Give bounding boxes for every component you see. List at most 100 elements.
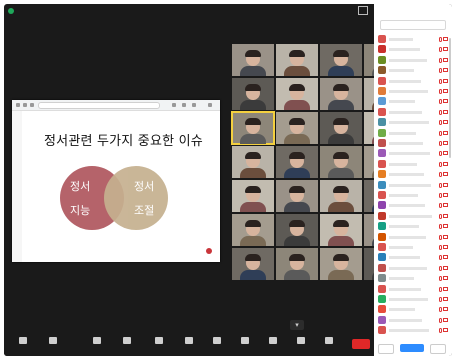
muted-microphone-icon[interactable]: [439, 78, 442, 84]
muted-microphone-icon[interactable]: [439, 213, 442, 219]
video-off-icon[interactable]: [443, 172, 448, 177]
participant-row[interactable]: [378, 211, 448, 221]
video-off-icon[interactable]: [443, 57, 448, 62]
participant-video-tile[interactable]: [276, 112, 318, 144]
reactions-button[interactable]: [230, 337, 260, 344]
video-off-icon[interactable]: [443, 141, 448, 145]
participant-row[interactable]: [378, 96, 448, 106]
muted-microphone-icon[interactable]: [439, 307, 442, 313]
muted-microphone-icon[interactable]: [439, 224, 442, 230]
back-arrow-icon[interactable]: [16, 103, 20, 107]
muted-microphone-icon[interactable]: [439, 265, 442, 271]
participant-video-tile[interactable]: [320, 78, 362, 110]
video-off-icon[interactable]: [443, 245, 448, 249]
participant-row[interactable]: [378, 263, 448, 273]
participant-row[interactable]: [378, 304, 448, 314]
muted-microphone-icon[interactable]: [439, 99, 442, 105]
participant-video-tile[interactable]: [232, 78, 274, 110]
muted-microphone-icon[interactable]: [439, 151, 442, 157]
video-off-icon[interactable]: [443, 130, 448, 135]
muted-microphone-icon[interactable]: [439, 297, 442, 302]
panel-scrollbar[interactable]: [449, 38, 451, 158]
end-meeting-button[interactable]: [352, 339, 370, 349]
participant-row[interactable]: [378, 138, 448, 148]
video-off-icon[interactable]: [443, 120, 448, 125]
participant-row[interactable]: [378, 325, 448, 335]
video-off-icon[interactable]: [443, 109, 448, 114]
participant-row[interactable]: [378, 159, 448, 169]
participant-video-tile[interactable]: [276, 78, 318, 110]
muted-microphone-icon[interactable]: [439, 328, 442, 334]
security-shield-button[interactable]: [82, 337, 112, 344]
video-off-icon[interactable]: [443, 276, 448, 281]
participant-row[interactable]: [378, 148, 448, 158]
participant-row[interactable]: [378, 200, 448, 210]
video-off-icon[interactable]: [443, 224, 448, 229]
participant-video-tile[interactable]: [276, 44, 318, 76]
video-off-icon[interactable]: [443, 203, 448, 208]
video-off-icon[interactable]: [443, 297, 448, 301]
video-off-icon[interactable]: [443, 307, 448, 312]
participant-video-tile[interactable]: [320, 214, 362, 246]
muted-microphone-icon[interactable]: [439, 234, 442, 240]
participant-row[interactable]: [378, 190, 448, 200]
video-off-icon[interactable]: [443, 286, 448, 291]
participant-row[interactable]: [378, 128, 448, 138]
video-off-icon[interactable]: [443, 255, 448, 260]
chat-button[interactable]: [144, 337, 174, 344]
participant-video-tile[interactable]: [276, 180, 318, 212]
view-toggle-icon[interactable]: [358, 6, 368, 15]
video-off-icon[interactable]: [443, 265, 448, 270]
video-camera-button[interactable]: [38, 337, 68, 344]
video-off-icon[interactable]: [443, 151, 448, 156]
muted-microphone-icon[interactable]: [439, 276, 442, 282]
video-off-icon[interactable]: [443, 213, 448, 218]
participant-row[interactable]: [378, 273, 448, 283]
microphone-button[interactable]: [8, 337, 38, 344]
participant-row[interactable]: [378, 169, 448, 179]
participant-row[interactable]: [378, 65, 448, 75]
participant-row[interactable]: [378, 86, 448, 96]
participant-row[interactable]: [378, 284, 448, 294]
muted-microphone-icon[interactable]: [439, 57, 442, 63]
extension-icon[interactable]: [172, 103, 176, 107]
participant-row[interactable]: [378, 221, 448, 231]
video-off-icon[interactable]: [443, 328, 448, 333]
participant-video-tile[interactable]: [320, 248, 362, 280]
reload-icon[interactable]: [30, 103, 34, 107]
record-button[interactable]: [202, 337, 232, 344]
mute-all-button[interactable]: [400, 344, 424, 352]
participant-row[interactable]: [378, 34, 448, 44]
apps-button[interactable]: [258, 337, 288, 344]
muted-microphone-icon[interactable]: [439, 37, 442, 42]
participant-video-tile[interactable]: [232, 146, 274, 178]
muted-microphone-icon[interactable]: [439, 109, 442, 115]
muted-microphone-icon[interactable]: [439, 141, 442, 146]
participant-video-tile[interactable]: [232, 180, 274, 212]
participant-video-tile[interactable]: [320, 44, 362, 76]
participant-video-tile[interactable]: [276, 146, 318, 178]
share-screen-button[interactable]: [174, 337, 204, 344]
participant-search-input[interactable]: [380, 20, 446, 30]
participant-row[interactable]: [378, 117, 448, 127]
muted-microphone-icon[interactable]: [439, 203, 442, 209]
video-off-icon[interactable]: [443, 47, 448, 52]
video-off-icon[interactable]: [443, 78, 448, 83]
muted-microphone-icon[interactable]: [439, 161, 442, 167]
video-off-icon[interactable]: [443, 182, 448, 187]
muted-microphone-icon[interactable]: [439, 172, 442, 178]
muted-microphone-icon[interactable]: [439, 130, 442, 136]
participant-video-tile[interactable]: [320, 146, 362, 178]
video-off-icon[interactable]: [443, 193, 448, 197]
video-off-icon[interactable]: [443, 89, 448, 93]
video-off-icon[interactable]: [443, 317, 448, 322]
muted-microphone-icon[interactable]: [439, 193, 442, 198]
participant-row[interactable]: [378, 76, 448, 86]
muted-microphone-icon[interactable]: [439, 68, 442, 74]
encryption-shield-icon[interactable]: [8, 8, 14, 14]
participant-video-tile[interactable]: [276, 248, 318, 280]
participant-row[interactable]: [378, 107, 448, 117]
muted-microphone-icon[interactable]: [439, 255, 442, 261]
video-off-icon[interactable]: [443, 234, 448, 239]
participant-video-tile[interactable]: [232, 214, 274, 246]
